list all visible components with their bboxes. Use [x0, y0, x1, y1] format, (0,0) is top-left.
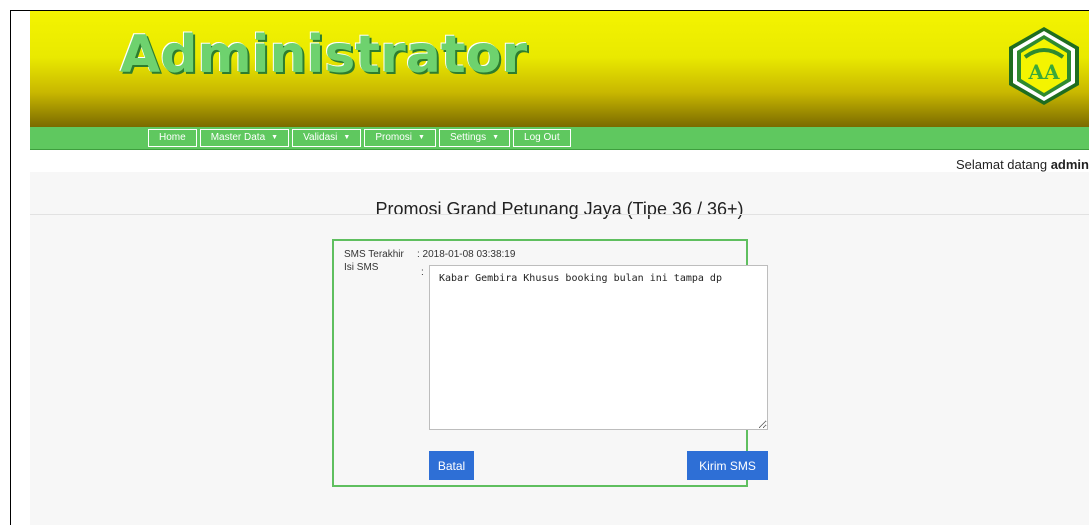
welcome-prefix: Selamat datang [956, 157, 1048, 172]
app-title: Administrator [120, 25, 528, 85]
logo-text: AA [1027, 60, 1060, 84]
send-sms-button[interactable]: Kirim SMS [687, 451, 768, 480]
chevron-down-icon: ▼ [343, 134, 351, 141]
chevron-down-icon: ▼ [271, 134, 279, 141]
nav-validasi-label: Validasi [303, 132, 338, 143]
frame-left-border [10, 10, 11, 525]
sms-form-panel: SMS Terakhir : 2018-01-08 03:38:19 Isi S… [332, 239, 768, 487]
sms-content-colon: : [421, 267, 424, 278]
title-divider [30, 214, 1089, 215]
nav-master-data-label: Master Data [210, 132, 266, 143]
sms-content-label: Isi SMS [344, 262, 379, 273]
nav-validasi[interactable]: Validasi ▼ [292, 129, 362, 147]
cancel-button[interactable]: Batal [429, 451, 474, 480]
nav-master-data[interactable]: Master Data ▼ [199, 129, 290, 147]
main-navbar: Home Master Data ▼ Validasi ▼ Promosi ▼ … [30, 127, 1089, 150]
nav-logout-label: Log Out [524, 132, 560, 143]
nav-settings[interactable]: Settings ▼ [438, 129, 511, 147]
nav-items: Home Master Data ▼ Validasi ▼ Promosi ▼ … [148, 129, 571, 147]
nav-settings-label: Settings [449, 132, 487, 143]
welcome-message: Selamat datang admin [956, 157, 1089, 172]
nav-logout[interactable]: Log Out [513, 129, 571, 147]
header-banner: Administrator AA [30, 11, 1089, 127]
nav-home-label: Home [159, 132, 186, 143]
logo-emblem-icon: AA [1009, 27, 1079, 105]
main-content: Promosi Grand Petunang Jaya (Tipe 36 / 3… [30, 172, 1089, 525]
page-title: Promosi Grand Petunang Jaya (Tipe 36 / 3… [375, 199, 744, 219]
chevron-down-icon: ▼ [418, 134, 425, 141]
nav-home[interactable]: Home [148, 129, 197, 147]
last-sms-value: : 2018-01-08 03:38:19 [417, 249, 516, 260]
chevron-down-icon: ▼ [492, 134, 500, 141]
nav-promosi-label: Promosi [375, 132, 412, 143]
sms-content-textarea[interactable]: Kabar Gembira Khusus booking bulan ini t… [429, 265, 768, 430]
last-sms-label: SMS Terakhir [344, 249, 404, 260]
nav-promosi[interactable]: Promosi ▼ [364, 129, 436, 147]
welcome-user: admin [1050, 157, 1089, 172]
